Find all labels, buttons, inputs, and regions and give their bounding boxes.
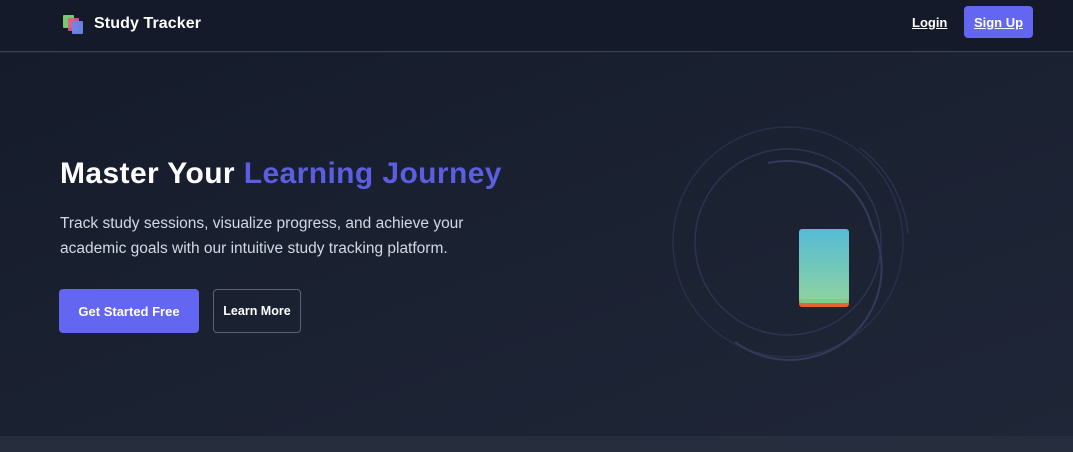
book-icon bbox=[799, 229, 849, 307]
hero-title-accent: Learning Journey bbox=[243, 157, 502, 190]
hero-title: Master Your Learning Journey bbox=[60, 157, 502, 191]
brand-name: Study Tracker bbox=[94, 15, 202, 32]
hero-subtitle: Track study sessions, visualize progress… bbox=[60, 215, 464, 257]
hero-title-plain: Master Your bbox=[60, 157, 244, 190]
orbit-rings bbox=[672, 126, 909, 361]
signup-button[interactable]: Sign Up bbox=[964, 6, 1033, 38]
hero-illustration bbox=[672, 126, 909, 361]
next-section-edge bbox=[0, 436, 1073, 452]
navbar: Study Tracker Login Sign Up bbox=[0, 0, 1073, 52]
learn-more-button[interactable]: Learn More bbox=[213, 289, 301, 333]
hero-section: Master Your Learning Journey Track study… bbox=[0, 53, 1073, 436]
book-stack-icon bbox=[62, 13, 84, 35]
get-started-button[interactable]: Get Started Free bbox=[59, 289, 199, 333]
brand-link[interactable]: Study Tracker bbox=[62, 12, 201, 36]
login-link[interactable]: Login bbox=[912, 15, 947, 30]
